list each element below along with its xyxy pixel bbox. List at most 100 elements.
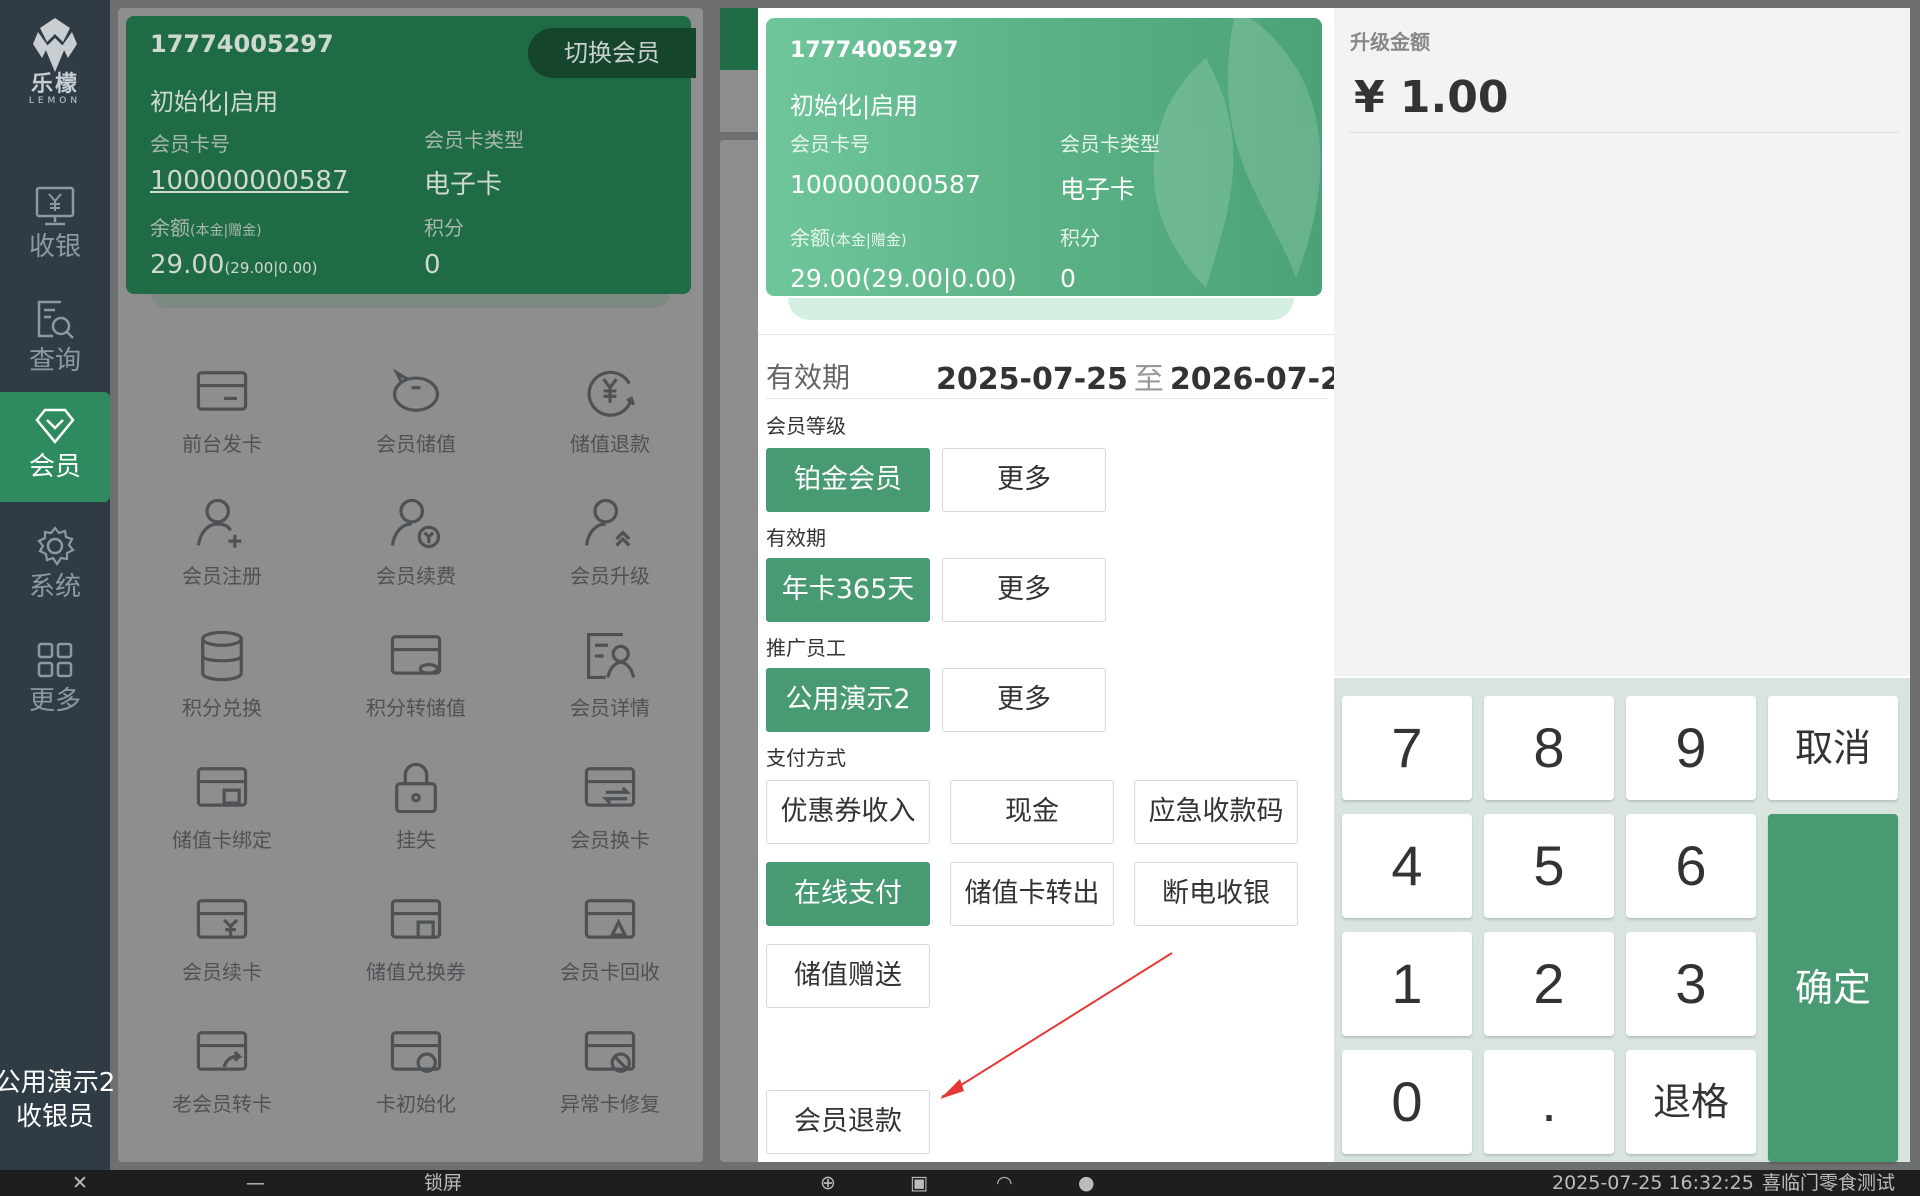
function-label: 卡初始化 [376,1092,456,1116]
pay-stored-card-button[interactable]: 储值卡转出 [950,862,1114,926]
function-card-coupon[interactable]: 储值兑换券 [326,890,506,1010]
card-no: 100000000587 [790,170,981,199]
level-label: 会员等级 [766,414,846,438]
function-card-reset[interactable]: 卡初始化 [326,1022,506,1142]
key-6[interactable]: 6 [1626,814,1756,918]
cancel-key[interactable]: 取消 [1768,696,1898,800]
function-label: 会员详情 [570,696,650,720]
function-card-recycle[interactable]: 会员卡回收 [520,890,700,1010]
confirm-key[interactable]: 确定 [1768,814,1898,1162]
nav-item-more[interactable]: 更多 [0,626,110,736]
user-detail-icon [586,632,636,680]
user-yuan-icon [390,498,441,549]
staff-more-button[interactable]: 更多 [942,668,1106,732]
switch-member-button[interactable]: 切换会员 [528,28,696,78]
function-user-add[interactable]: 会员注册 [132,494,312,614]
logo-text: 乐檬 [30,72,79,97]
period-more-button[interactable]: 更多 [942,558,1106,622]
member-card: 17774005297 初始化|启用 会员卡号 100000000587 会员卡… [766,18,1322,296]
key-4[interactable]: 4 [1342,814,1472,918]
key-5[interactable]: 5 [1484,814,1614,918]
payment-label: 支付方式 [766,746,846,770]
gear-icon [37,526,75,566]
nav-label-query: 查询 [28,346,81,376]
function-card-bind[interactable]: 储值卡绑定 [132,758,312,878]
monitor-icon: ▣ [910,1172,928,1194]
key-1[interactable]: 1 [1342,932,1472,1036]
bg-card-shadow [150,292,670,308]
function-piggy-bank[interactable]: 会员储值 [326,362,506,482]
key-3[interactable]: 3 [1626,932,1756,1036]
pay-coupon-button[interactable]: 优惠券收入 [766,780,930,844]
card-phone: 17774005297 [790,38,959,63]
nav-item-member[interactable]: 会员 [0,392,110,502]
wifi-icon: ◠ [996,1172,1013,1194]
card-bind-icon [196,767,248,807]
pay-gift-button[interactable]: 储值赠送 [766,944,930,1008]
key-7[interactable]: 7 [1342,696,1472,800]
minimize-icon[interactable]: — [246,1170,265,1196]
diamond-icon [35,408,75,444]
bg-points: 0 [424,250,441,280]
divider [758,334,1334,335]
bg-card-type: 电子卡 [424,170,503,200]
function-card-share[interactable]: 老会员转卡 [132,1022,312,1142]
nav-item-system[interactable]: 系统 [0,512,110,622]
grid-icon [37,642,73,678]
balance-label: 余额(本金|赠金) [790,222,907,251]
member-refund-button[interactable]: 会员退款 [766,1090,930,1154]
function-card-swap[interactable]: 会员换卡 [520,758,700,878]
amount-underline [1350,132,1898,133]
key-8[interactable]: 8 [1484,696,1614,800]
bg-card-status: 初始化|启用 [150,88,279,116]
points-label: 积分 [1060,226,1100,250]
pay-cash-button[interactable]: 现金 [950,780,1114,844]
validity-start: 2025-07-25 [936,362,1128,397]
validity-range: 2025-07-25 至 2026-07-24 [936,354,1362,398]
nav-item-cashier[interactable]: 收银 [0,172,110,282]
function-user-detail[interactable]: 会员详情 [520,626,700,746]
function-card-ban[interactable]: 异常卡修复 [520,1022,700,1142]
function-lock[interactable]: 挂失 [326,758,506,878]
key-2[interactable]: 2 [1484,932,1614,1036]
validity-label: 有效期 [766,361,851,394]
taskbar-datetime: 2025-07-25 16:32:25 [1552,1172,1754,1194]
level-select-button[interactable]: 铂金会员 [766,448,930,512]
nav-item-query[interactable]: 查询 [0,286,110,396]
close-icon[interactable]: ✕ [72,1170,88,1196]
function-label: 会员卡回收 [560,960,660,984]
amount-label: 升级金额 [1350,30,1430,54]
function-card[interactable]: 前台发卡 [132,362,312,482]
backspace-key[interactable]: 退格 [1626,1050,1756,1154]
bg-card-no[interactable]: 100000000587 [150,166,349,196]
bg-balance-detail: (29.00|0.00) [224,259,318,277]
key-9[interactable]: 9 [1626,696,1756,800]
user-role: 收银员 [15,1102,94,1132]
bg-card-type-label: 会员卡类型 [424,128,524,152]
function-card-yuan[interactable]: 会员续卡 [132,890,312,1010]
pay-offline-button[interactable]: 断电收银 [1134,862,1298,926]
cashier-icon [35,186,75,226]
function-user-yuan[interactable]: 会员续费 [326,494,506,614]
key-dot[interactable]: . [1484,1050,1614,1154]
key-0[interactable]: 0 [1342,1050,1472,1154]
function-database[interactable]: 积分兑换 [132,626,312,746]
function-user-upgrade[interactable]: 会员升级 [520,494,700,614]
function-yuan-refund[interactable]: 储值退款 [520,362,700,482]
nav-label-member: 会员 [28,452,81,482]
period-select-button[interactable]: 年卡365天 [766,558,930,622]
bg-balance: 29.00(29.00|0.00) [150,250,318,280]
level-more-button[interactable]: 更多 [942,448,1106,512]
annotation-arrow-icon [940,952,1173,1099]
bg-strip [720,70,760,132]
lock-screen-button[interactable]: 锁屏 [424,1170,462,1196]
pay-online-button[interactable]: 在线支付 [766,862,930,926]
staff-select-button[interactable]: 公用演示2 [766,668,930,732]
function-card-transfer[interactable]: 积分转储值 [326,626,506,746]
function-label: 老会员转卡 [172,1092,272,1116]
bg-balance-value: 29.00 [150,250,225,280]
pay-emergency-qr-button[interactable]: 应急收款码 [1134,780,1298,844]
function-label: 挂失 [396,828,436,852]
nav-label-system: 系统 [28,572,81,602]
card-type: 电子卡 [1060,175,1136,204]
